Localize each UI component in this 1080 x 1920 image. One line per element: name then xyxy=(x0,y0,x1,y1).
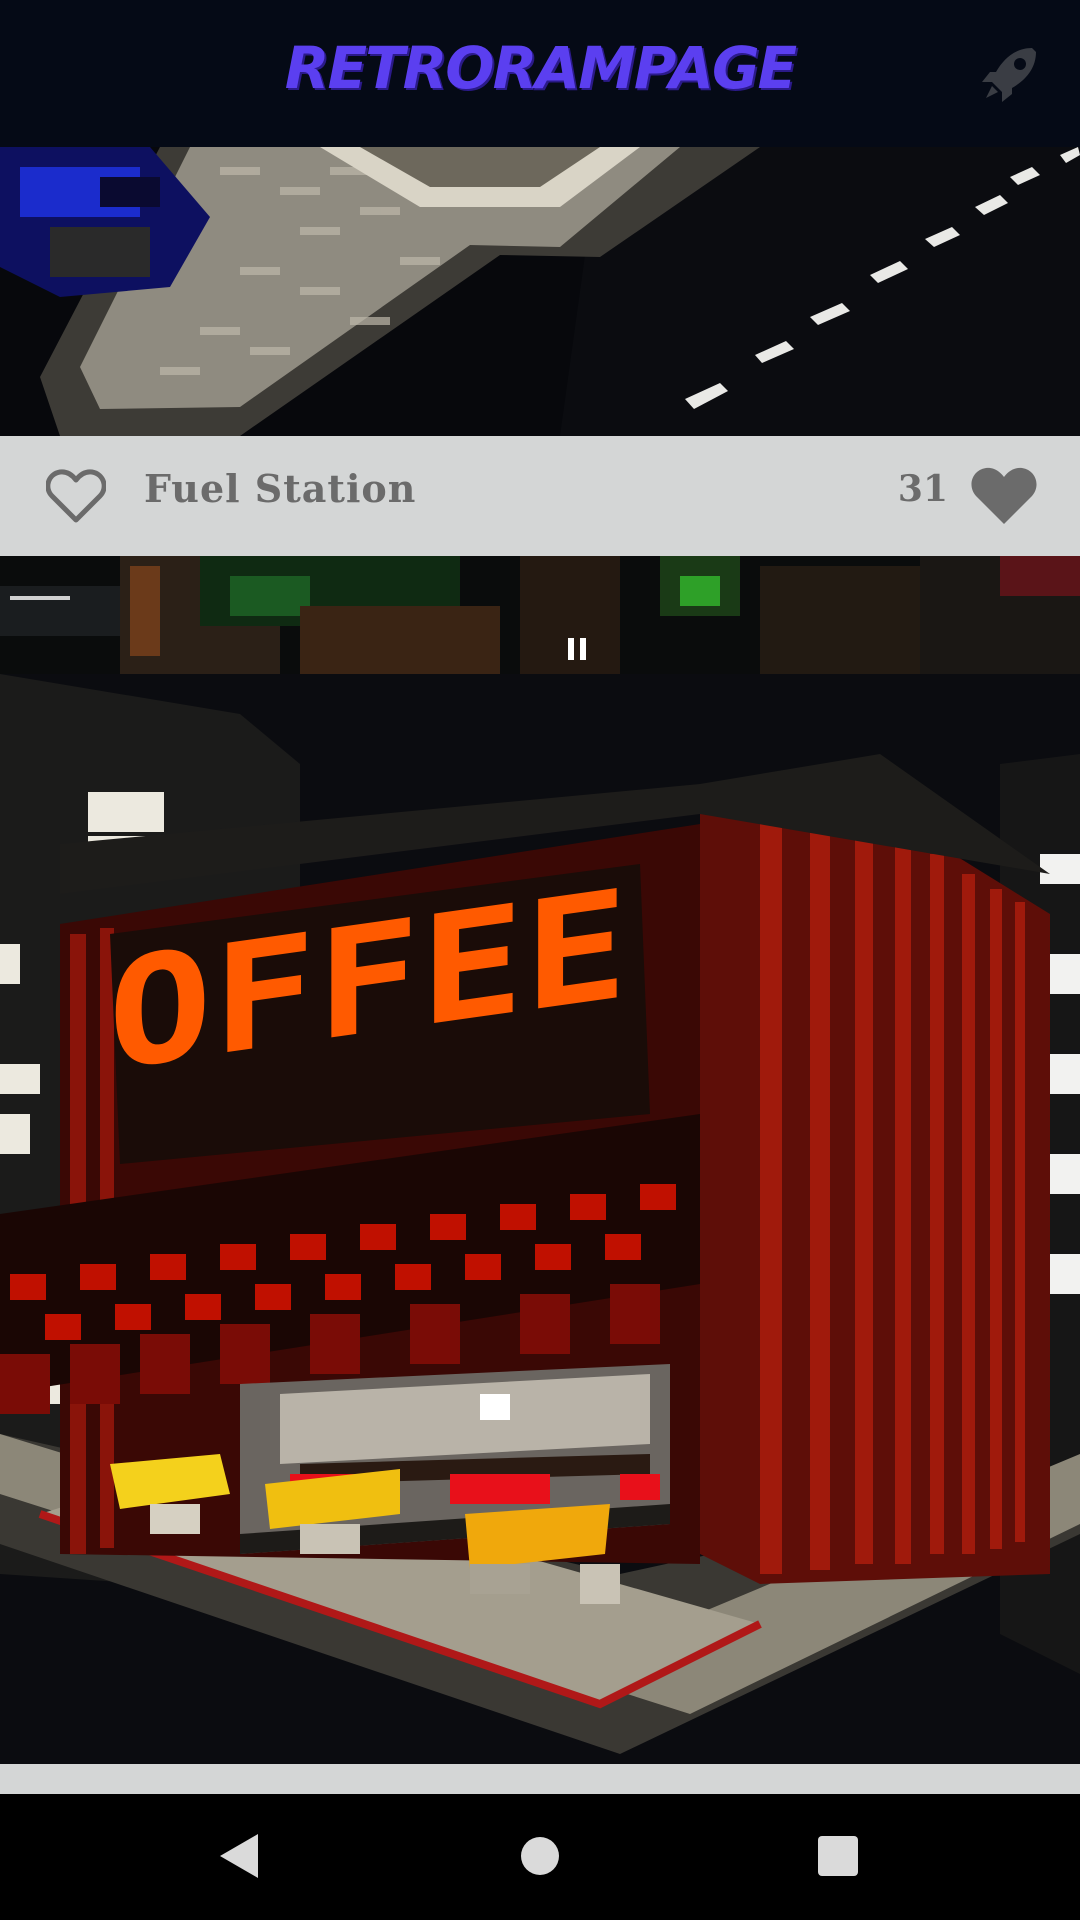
post-image-fuel-station[interactable] xyxy=(0,147,1080,436)
recents-square-icon[interactable] xyxy=(806,1824,870,1888)
heart-icon xyxy=(970,464,1038,528)
pause-icon[interactable] xyxy=(566,636,588,662)
video-preview[interactable] xyxy=(0,556,1080,674)
system-nav-bar xyxy=(0,1794,1080,1920)
post-bar-next xyxy=(0,1764,1080,1794)
post-image-coffee-shop[interactable]: OFFEE xyxy=(0,674,1080,1764)
back-triangle-icon[interactable] xyxy=(208,1824,272,1888)
post-title[interactable]: Fuel Station xyxy=(144,466,416,511)
app-title: RETRORAMPAGE xyxy=(284,34,797,102)
rocket-icon[interactable] xyxy=(978,42,1042,106)
like-count: 31 xyxy=(897,468,948,510)
post-bar-fuel-station: Fuel Station 31 xyxy=(0,436,1080,556)
heart-outline-icon[interactable] xyxy=(45,468,107,524)
app-header: RETRORAMPAGE xyxy=(0,0,1080,147)
home-circle-icon[interactable] xyxy=(508,1824,572,1888)
